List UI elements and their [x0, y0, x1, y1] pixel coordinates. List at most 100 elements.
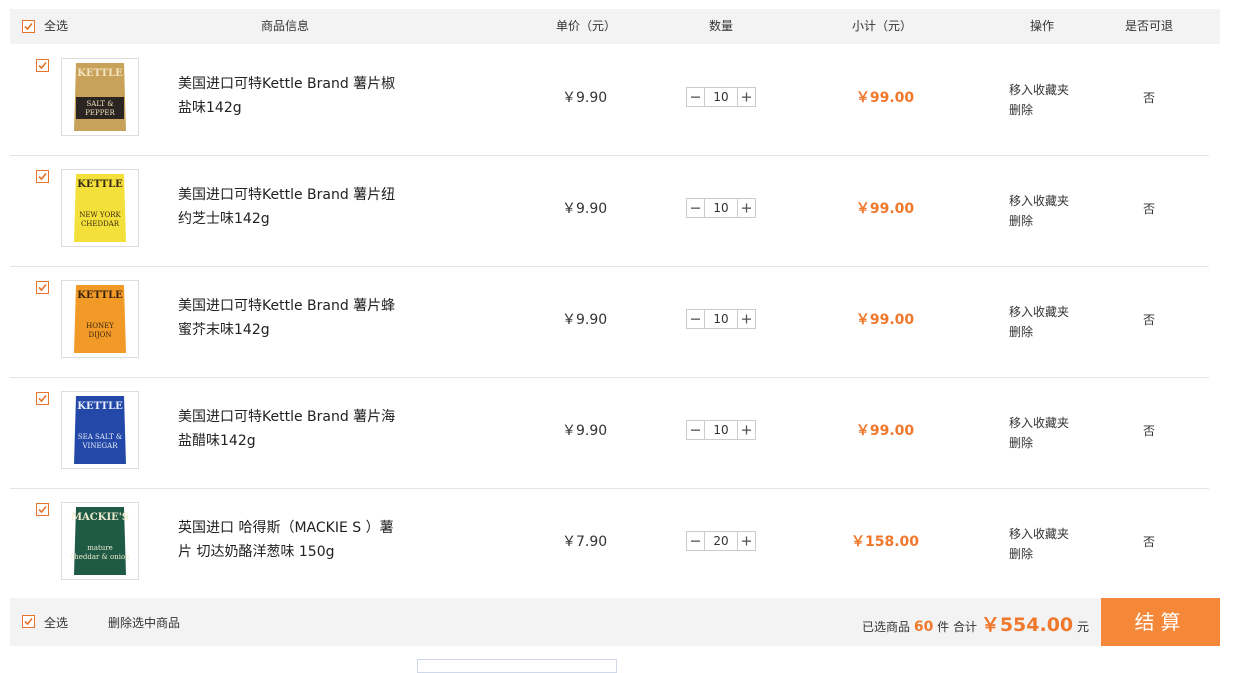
item-subtotal: ￥99.00	[855, 201, 915, 217]
chip-bag-image: KETTLE SALT & PEPPER	[74, 63, 126, 131]
unit-price: ￥7.90	[562, 534, 608, 550]
svg-text:KETTLE: KETTLE	[77, 401, 123, 412]
minus-icon	[691, 429, 700, 431]
move-to-favorites-link[interactable]: 移入收藏夹	[1009, 191, 1069, 211]
check-icon	[38, 283, 47, 292]
decrease-button[interactable]	[686, 87, 705, 107]
col-product-info: 商品信息	[261, 19, 310, 33]
selected-count: 60	[913, 619, 934, 635]
plus-icon	[742, 92, 751, 102]
product-name[interactable]: 美国进口可特Kettle Brand 薯片海盐醋味142g	[178, 405, 403, 453]
svg-text:KETTLE: KETTLE	[77, 68, 123, 79]
col-returnable: 是否可退	[1125, 19, 1174, 33]
increase-button[interactable]	[737, 420, 756, 440]
svg-text:SEA SALT &: SEA SALT &	[78, 433, 122, 441]
move-to-favorites-link[interactable]: 移入收藏夹	[1009, 302, 1069, 322]
decrease-button[interactable]	[686, 420, 705, 440]
product-name[interactable]: 美国进口可特Kettle Brand 薯片蜂蜜芥末味142g	[178, 294, 403, 342]
footer-select-all-label: 全选	[44, 616, 69, 630]
svg-text:DIJON: DIJON	[88, 331, 111, 339]
delete-item-link[interactable]: 删除	[1009, 433, 1069, 453]
item-actions: 移入收藏夹 删除	[1009, 80, 1069, 120]
delete-item-link[interactable]: 删除	[1009, 322, 1069, 342]
checkout-button[interactable]: 结算	[1101, 598, 1220, 646]
item-checkbox[interactable]	[36, 392, 49, 405]
product-thumbnail[interactable]: KETTLE HONEY DIJON	[61, 280, 139, 358]
svg-text:cheddar & onion: cheddar & onion	[70, 553, 130, 561]
chip-bag-image: KETTLE SEA SALT & VINEGAR	[74, 396, 126, 464]
item-actions: 移入收藏夹 删除	[1009, 191, 1069, 231]
move-to-favorites-link[interactable]: 移入收藏夹	[1009, 524, 1069, 544]
product-thumbnail[interactable]: KETTLE SEA SALT & VINEGAR	[61, 391, 139, 469]
select-all-label: 全选	[44, 19, 69, 33]
unit-price: ￥9.90	[562, 312, 608, 328]
item-checkbox[interactable]	[36, 59, 49, 72]
quantity-input[interactable]: 10	[705, 309, 737, 329]
svg-text:VINEGAR: VINEGAR	[82, 442, 119, 450]
chip-bag-image: MACKIE'S mature cheddar & onion	[70, 507, 130, 575]
col-unit-price: 单价（元）	[556, 19, 617, 33]
check-icon	[24, 22, 33, 31]
delete-selected-link[interactable]: 删除选中商品	[108, 614, 180, 631]
select-all-checkbox[interactable]	[22, 20, 35, 33]
item-checkbox[interactable]	[36, 503, 49, 516]
quantity-input[interactable]: 10	[705, 420, 737, 440]
footer-select-all-checkbox[interactable]	[22, 615, 35, 628]
quantity-stepper: 10	[686, 87, 756, 107]
quantity-stepper: 10	[686, 198, 756, 218]
product-name[interactable]: 英国进口 哈得斯（MACKIE S ）薯片 切达奶酪洋葱味 150g	[178, 516, 403, 564]
quantity-stepper: 20	[686, 531, 756, 551]
decrease-button[interactable]	[686, 531, 705, 551]
increase-button[interactable]	[737, 198, 756, 218]
svg-text:HONEY: HONEY	[86, 322, 114, 330]
minus-icon	[691, 96, 700, 98]
check-icon	[38, 394, 47, 403]
svg-text:KETTLE: KETTLE	[77, 179, 123, 190]
product-name[interactable]: 美国进口可特Kettle Brand 薯片椒盐味142g	[178, 72, 403, 120]
product-thumbnail[interactable]: KETTLE NEW YORK CHEDDAR	[61, 169, 139, 247]
increase-button[interactable]	[737, 87, 756, 107]
quantity-input[interactable]: 20	[705, 531, 737, 551]
increase-button[interactable]	[737, 309, 756, 329]
move-to-favorites-link[interactable]: 移入收藏夹	[1009, 80, 1069, 100]
cart-header: 全选 商品信息 单价（元） 数量 小计（元） 操作 是否可退	[10, 9, 1220, 44]
plus-icon	[742, 536, 751, 546]
product-thumbnail[interactable]: KETTLE SALT & PEPPER	[61, 58, 139, 136]
returnable-value: 否	[1143, 313, 1156, 327]
delete-item-link[interactable]: 删除	[1009, 544, 1069, 564]
delete-item-link[interactable]: 删除	[1009, 100, 1069, 120]
item-checkbox[interactable]	[36, 170, 49, 183]
svg-text:MACKIE'S: MACKIE'S	[71, 512, 129, 523]
total-amount: ￥554.00	[980, 614, 1074, 636]
returnable-value: 否	[1143, 424, 1156, 438]
item-subtotal: ￥99.00	[855, 90, 915, 106]
plus-icon	[742, 314, 751, 324]
order-summary: 已选商品 60 件 合计 ￥554.00 元	[862, 610, 1089, 637]
product-thumbnail[interactable]: MACKIE'S mature cheddar & onion	[61, 502, 139, 580]
decrease-button[interactable]	[686, 198, 705, 218]
quantity-input[interactable]: 10	[705, 198, 737, 218]
cart-item-row: KETTLE SALT & PEPPER 美国进口可特Kettle Brand …	[10, 44, 1209, 156]
item-actions: 移入收藏夹 删除	[1009, 413, 1069, 453]
returnable-value: 否	[1143, 202, 1156, 216]
returnable-value: 否	[1143, 535, 1156, 549]
move-to-favorites-link[interactable]: 移入收藏夹	[1009, 413, 1069, 433]
cart-footer: 全选 删除选中商品 已选商品 60 件 合计 ￥554.00 元 结算	[10, 598, 1220, 646]
quantity-stepper: 10	[686, 420, 756, 440]
minus-icon	[691, 540, 700, 542]
svg-text:SALT &: SALT &	[86, 100, 113, 108]
returnable-value: 否	[1143, 91, 1156, 105]
product-name[interactable]: 美国进口可特Kettle Brand 薯片纽约芝士味142g	[178, 183, 403, 231]
quantity-stepper: 10	[686, 309, 756, 329]
item-checkbox[interactable]	[36, 281, 49, 294]
delete-item-link[interactable]: 删除	[1009, 211, 1069, 231]
decrease-button[interactable]	[686, 309, 705, 329]
partial-element-bottom	[417, 659, 617, 673]
quantity-input[interactable]: 10	[705, 87, 737, 107]
check-icon	[24, 617, 33, 626]
minus-icon	[691, 318, 700, 320]
cart-item-row: KETTLE SEA SALT & VINEGAR 美国进口可特Kettle B…	[10, 377, 1209, 489]
svg-text:CHEDDAR: CHEDDAR	[81, 220, 120, 228]
unit-price: ￥9.90	[562, 423, 608, 439]
increase-button[interactable]	[737, 531, 756, 551]
